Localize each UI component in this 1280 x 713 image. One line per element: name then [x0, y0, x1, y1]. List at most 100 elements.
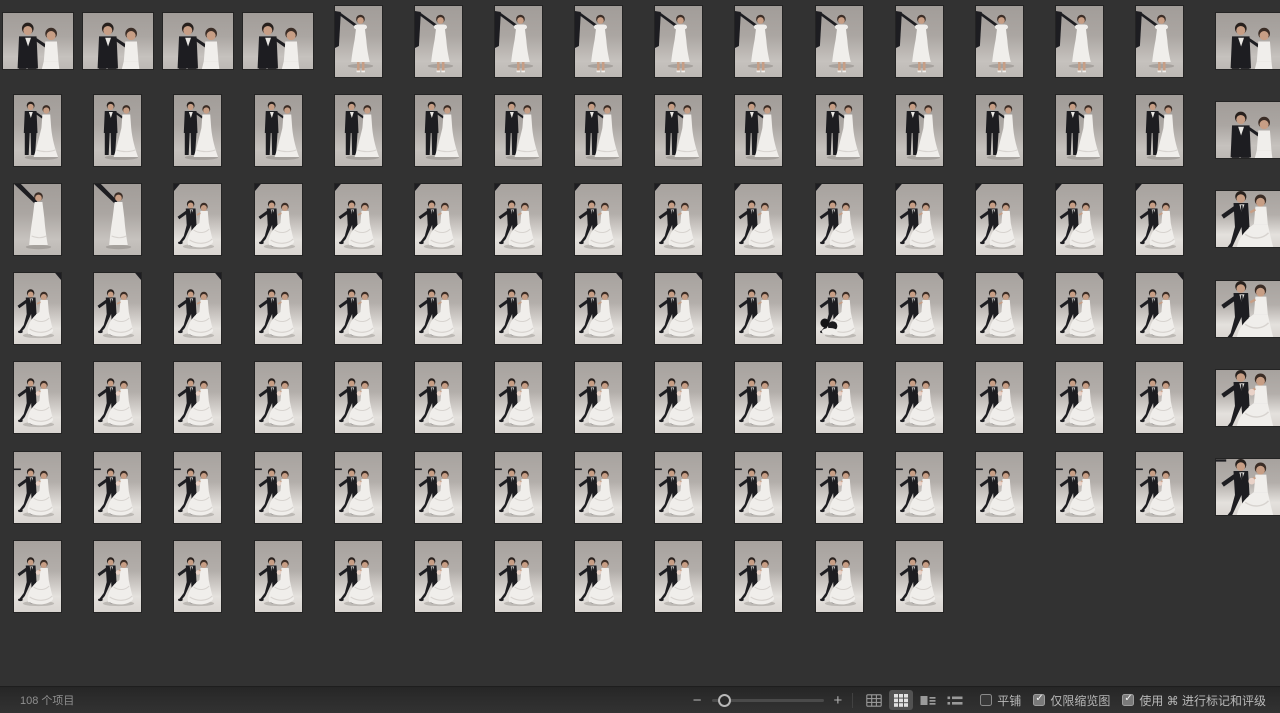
photo-thumbnail[interactable] — [174, 94, 222, 166]
photo-thumbnail[interactable] — [94, 540, 142, 612]
photo-thumbnail[interactable] — [1056, 273, 1104, 345]
photo-thumbnail[interactable] — [254, 94, 302, 166]
photo-thumbnail[interactable] — [14, 183, 62, 255]
photo-thumbnail[interactable] — [414, 362, 462, 434]
photo-thumbnail[interactable] — [14, 540, 62, 612]
photo-thumbnail[interactable] — [334, 362, 382, 434]
photo-thumbnail[interactable] — [94, 94, 142, 166]
photo-thumbnail[interactable] — [414, 94, 462, 166]
photo-thumbnail[interactable] — [1136, 94, 1184, 166]
zoom-out-button[interactable]: − — [692, 693, 703, 708]
photo-thumbnail[interactable] — [1216, 280, 1280, 337]
photo-thumbnail[interactable] — [82, 13, 153, 69]
photo-thumbnail[interactable] — [1056, 451, 1104, 523]
photo-thumbnail[interactable] — [655, 540, 703, 612]
details-view-button[interactable] — [916, 690, 940, 710]
photo-thumbnail[interactable] — [1216, 191, 1280, 248]
photo-thumbnail[interactable] — [895, 5, 943, 77]
photo-thumbnail[interactable] — [815, 362, 863, 434]
photo-thumbnail[interactable] — [334, 451, 382, 523]
photo-thumbnail[interactable] — [94, 183, 142, 255]
photo-thumbnail[interactable] — [655, 183, 703, 255]
photo-thumbnail[interactable] — [655, 362, 703, 434]
photo-thumbnail[interactable] — [815, 451, 863, 523]
use-cmd-rating-checkbox[interactable]: 使用 ⌘ 进行标记和评级 — [1122, 692, 1266, 709]
photo-thumbnail[interactable] — [1216, 369, 1280, 426]
photo-thumbnail[interactable] — [254, 540, 302, 612]
slider-knob[interactable] — [717, 694, 731, 707]
photo-thumbnail[interactable] — [162, 13, 233, 69]
photo-thumbnail[interactable] — [334, 273, 382, 345]
photo-thumbnail[interactable] — [815, 5, 863, 77]
photo-thumbnail[interactable] — [655, 5, 703, 77]
photo-thumbnail[interactable] — [254, 273, 302, 345]
photo-thumbnail[interactable] — [495, 94, 542, 166]
unchecked-checkbox-icon[interactable] — [980, 694, 993, 706]
checked-checkbox-icon[interactable] — [1122, 693, 1135, 706]
photo-thumbnail[interactable] — [414, 5, 462, 77]
photo-thumbnail[interactable] — [495, 5, 542, 77]
photo-thumbnail[interactable] — [735, 540, 783, 612]
photo-thumbnail[interactable] — [1056, 94, 1104, 166]
photo-thumbnail[interactable] — [174, 451, 222, 523]
photo-thumbnail[interactable] — [895, 94, 943, 166]
photo-thumbnail[interactable] — [14, 362, 62, 434]
photo-thumbnail[interactable] — [575, 362, 623, 434]
photo-thumbnail[interactable] — [334, 94, 382, 166]
photo-thumbnail[interactable] — [174, 362, 222, 434]
photo-thumbnail[interactable] — [94, 451, 142, 523]
photo-thumbnail[interactable] — [735, 451, 783, 523]
photo-thumbnail[interactable] — [895, 183, 943, 255]
photo-thumbnail[interactable] — [1216, 102, 1280, 159]
photo-thumbnail[interactable] — [334, 5, 382, 77]
photo-thumbnail[interactable] — [2, 13, 73, 69]
photo-thumbnail[interactable] — [895, 273, 943, 345]
photo-thumbnail[interactable] — [254, 183, 302, 255]
photo-thumbnail[interactable] — [975, 451, 1023, 523]
photo-thumbnail[interactable] — [735, 183, 783, 255]
photo-thumbnail[interactable] — [735, 362, 783, 434]
photo-thumbnail[interactable] — [414, 451, 462, 523]
photo-thumbnail[interactable] — [975, 183, 1023, 255]
photo-thumbnail[interactable] — [1136, 273, 1184, 345]
photo-thumbnail[interactable] — [495, 362, 542, 434]
photo-thumbnail[interactable] — [655, 273, 703, 345]
photo-thumbnail[interactable] — [815, 94, 863, 166]
photo-thumbnail[interactable] — [575, 540, 623, 612]
photo-thumbnail[interactable] — [815, 540, 863, 612]
photo-thumbnail[interactable] — [735, 94, 783, 166]
photo-thumbnail[interactable] — [975, 273, 1023, 345]
photo-thumbnail[interactable] — [14, 451, 62, 523]
zoom-in-button[interactable]: + — [833, 693, 844, 708]
grid-view-button[interactable] — [862, 690, 886, 710]
thumbnails-only-checkbox[interactable]: 仅限缩览图 — [1033, 692, 1110, 709]
photo-thumbnail[interactable] — [1056, 5, 1104, 77]
photo-thumbnail[interactable] — [1136, 183, 1184, 255]
photo-thumbnail[interactable] — [495, 451, 542, 523]
photo-thumbnail[interactable] — [174, 273, 222, 345]
photo-thumbnail[interactable] — [14, 94, 62, 166]
photo-thumbnail[interactable] — [334, 183, 382, 255]
checked-checkbox-icon[interactable] — [1033, 693, 1046, 706]
tile-checkbox[interactable]: 平铺 — [980, 692, 1021, 709]
photo-thumbnail[interactable] — [254, 451, 302, 523]
thumbnail-size-slider[interactable] — [711, 693, 824, 707]
photo-thumbnail[interactable] — [975, 362, 1023, 434]
photo-thumbnail[interactable] — [1136, 362, 1184, 434]
photo-thumbnail[interactable] — [495, 183, 542, 255]
photo-thumbnail[interactable] — [414, 183, 462, 255]
photo-thumbnail[interactable] — [895, 451, 943, 523]
photo-thumbnail[interactable] — [735, 5, 783, 77]
photo-thumbnail[interactable] — [895, 362, 943, 434]
photo-thumbnail[interactable] — [1136, 451, 1184, 523]
photo-thumbnail[interactable] — [414, 273, 462, 345]
photo-thumbnail[interactable] — [495, 540, 542, 612]
photo-thumbnail[interactable] — [655, 451, 703, 523]
photo-thumbnail[interactable] — [975, 94, 1023, 166]
photo-thumbnail[interactable] — [575, 5, 623, 77]
photo-thumbnail[interactable] — [334, 540, 382, 612]
photo-thumbnail[interactable] — [895, 540, 943, 612]
photo-thumbnail[interactable] — [414, 540, 462, 612]
photo-thumbnail[interactable] — [1136, 5, 1184, 77]
photo-thumbnail[interactable] — [495, 273, 542, 345]
